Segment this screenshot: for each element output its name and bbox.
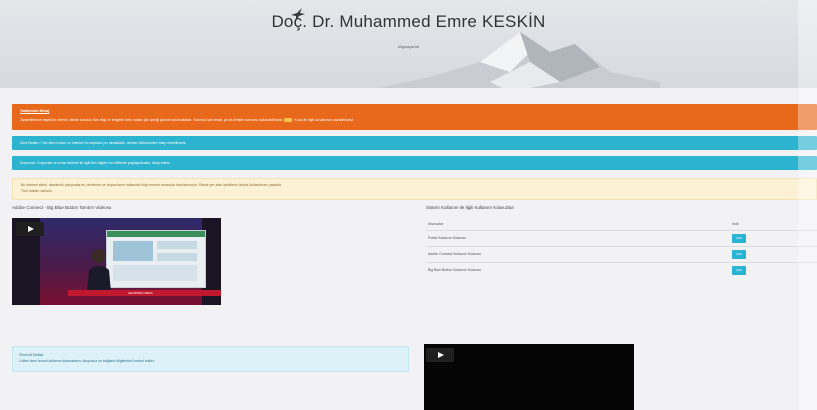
manual-name: Portal Kullanım Kılavuzu	[428, 236, 467, 240]
video-screen-nav	[107, 231, 205, 237]
table-header-name: Kılavuzlar	[428, 222, 444, 226]
alert-warning: Bu internet sitesi, akademik çalışmaları…	[12, 178, 817, 200]
video-screen-graphic	[106, 230, 206, 288]
alert-message-body-text: Ziyaretlerinize teşekkür ederim, sitede …	[20, 118, 283, 122]
page-title: Doç. Dr. Muhammed Emre KESKİN	[271, 12, 546, 31]
video-screen-block	[113, 241, 153, 261]
alert-warning-line2: Tüm hakları saklıdır.	[21, 189, 53, 193]
download-button[interactable]: İndir	[732, 250, 746, 259]
highlight-mark	[284, 118, 293, 123]
video-thumbnail: ÇEVRİMİÇİ DERS	[40, 218, 221, 305]
video-screen-block	[113, 265, 197, 281]
play-icon[interactable]	[16, 222, 44, 236]
manual-name: Big Blue Button Kullanım Kılavuzu	[428, 268, 482, 272]
alert-message: Tarafımdan Mesaj Ziyaretlerinize teşekkü…	[12, 104, 817, 130]
info-notice: Önemli Notlar Lütfen ders öncesi kullanı…	[12, 346, 409, 372]
alert-message-body-text-end: Konu ile ilgili sorularınızı yazabilirsi…	[294, 118, 354, 122]
download-button[interactable]: İndir	[732, 234, 746, 243]
video-screen-block	[157, 241, 197, 249]
page: Doç. Dr. Muhammed Emre KESKİN bilgisayar…	[0, 0, 817, 410]
intro-video-player[interactable]: ÇEVRİMİÇİ DERS	[12, 218, 221, 305]
window-edge	[798, 0, 817, 410]
alert-message-heading[interactable]: Tarafımdan Mesaj	[20, 109, 49, 114]
video-lower-third: ÇEVRİMİÇİ DERS	[68, 290, 221, 296]
alert-announcements-text: Duyurular: Duyurular ve sınav tarihleri …	[20, 160, 171, 165]
alert-lecture-notes-text: Ders Notları: Tüm ders notları ve ödevle…	[20, 140, 187, 145]
info-notice-body: Lütfen ders öncesi kullanım kılavuzların…	[19, 359, 155, 363]
manuals-section-title: Sistem Kullanım ile İlgili Kullanım Kıla…	[426, 205, 515, 210]
manual-name: Adobe Connect Kullanım Kılavuzu	[428, 252, 482, 256]
video-section-title: Adobe Connect - Big Blue Button Tanıtım …	[12, 205, 112, 210]
alert-message-body: Ziyaretlerinize teşekkür ederim, sitede …	[20, 118, 354, 123]
info-notice-title: Önemli Notlar	[19, 352, 44, 357]
table-row: Adobe Connect Kullanım Kılavuzu İndir	[426, 246, 817, 263]
alert-warning-line1: Bu internet sitesi, akademik çalışmaları…	[21, 183, 282, 187]
play-icon[interactable]	[426, 348, 454, 362]
alert-announcements: Duyurular: Duyurular ve sınav tarihleri …	[12, 156, 817, 170]
table-row: Portal Kullanım Kılavuzu İndir	[426, 230, 817, 247]
second-video-player[interactable]	[424, 344, 634, 410]
presenter-figure	[87, 249, 111, 292]
video-screen-block	[157, 253, 197, 261]
video-caption: ÇEVRİMİÇİ DERS	[128, 291, 153, 295]
download-button[interactable]: İndir	[732, 266, 746, 275]
table-row: Big Blue Button Kullanım Kılavuzu İndir	[426, 262, 817, 279]
header-banner: Doç. Dr. Muhammed Emre KESKİN bilgisayar…	[0, 0, 817, 88]
page-subtitle: bilgisayarlar	[397, 44, 420, 49]
table-header-download: İndir	[732, 222, 739, 226]
alert-lecture-notes: Ders Notları: Tüm ders notları ve ödevle…	[12, 136, 817, 150]
